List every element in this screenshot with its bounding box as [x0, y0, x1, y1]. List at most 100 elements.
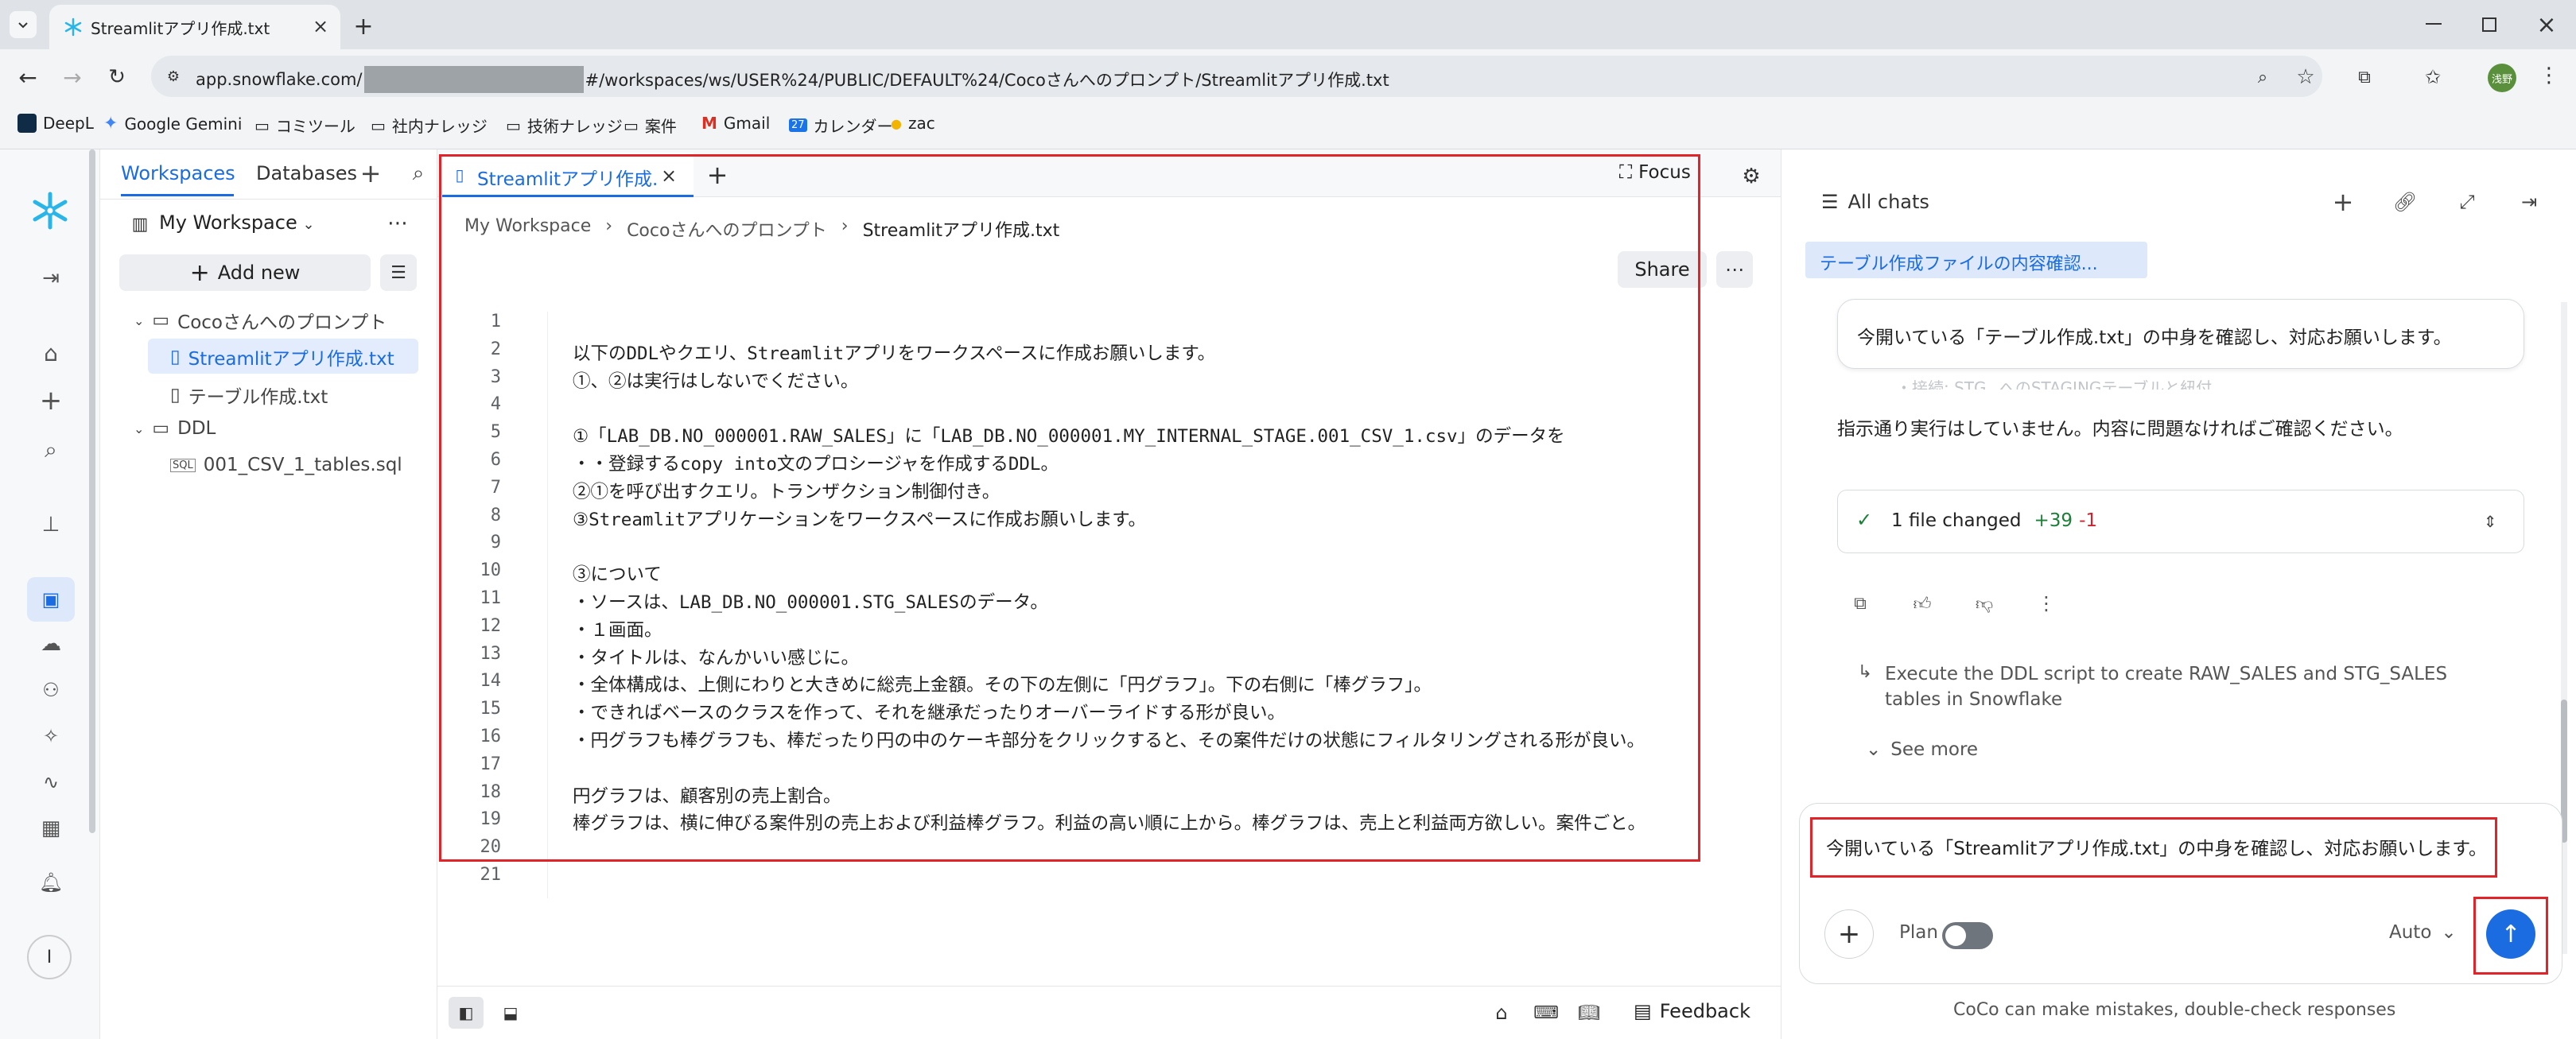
zac-icon: ●	[891, 115, 902, 131]
expand-toggle-icon[interactable]: ⇕	[2478, 506, 2502, 537]
tab-databases[interactable]: Databases	[256, 162, 357, 184]
site-info-icon[interactable]: ⚙	[162, 65, 185, 87]
add-icon[interactable]: +	[356, 158, 385, 188]
search-icon[interactable]: ⌕	[35, 434, 67, 466]
check-icon: ✓	[1855, 509, 1873, 531]
apps-grid-icon[interactable]: ▦	[35, 812, 67, 844]
profile-avatar[interactable]: 浅野	[2488, 64, 2516, 92]
model-select[interactable]: Auto ⌄	[2389, 922, 2457, 943]
create-icon[interactable]: +	[35, 385, 67, 417]
monitoring-icon[interactable]: ∿	[35, 766, 67, 798]
more-icon[interactable]: ⋯	[1716, 251, 1753, 288]
toggle-knob	[1945, 925, 1966, 946]
back-icon[interactable]: ←	[14, 64, 41, 91]
bookmark-folder[interactable]: ▭ コミツール	[254, 114, 356, 137]
browser-tab-title: Streamlitアプリ作成.txt	[91, 19, 270, 38]
rail-scrollbar[interactable]	[89, 149, 95, 833]
bookmark-calendar[interactable]: 27 カレンダー	[789, 114, 893, 137]
forward-icon[interactable]: →	[59, 64, 86, 91]
url-text: app.snowflake.com/ #/workspaces/ws/USER%…	[196, 66, 1389, 93]
bookmarks-icon[interactable]: ✩	[2421, 65, 2445, 89]
workspace-selector[interactable]: My Workspace	[159, 211, 297, 234]
window-close-icon[interactable]: ×	[2531, 11, 2562, 39]
thumbs-down-icon[interactable]: 👎︎	[1971, 590, 1998, 617]
tree-file-selected[interactable]: ▯ Streamlitアプリ作成.txt	[170, 343, 394, 370]
folder-icon: ▭	[624, 115, 639, 135]
disclaimer: CoCo can make mistakes, double-check res…	[1953, 1000, 2396, 1020]
url-path: #/workspaces/ws/USER%24/PUBLIC/DEFAULT%2…	[585, 71, 1389, 90]
bookmark-folder[interactable]: ▭ 案件	[624, 114, 677, 137]
tree-file[interactable]: ▯ テーブル作成.txt	[170, 382, 328, 409]
bookmark-gmail[interactable]: M Gmail	[701, 114, 770, 133]
chevron-down-icon: ⌄	[1866, 739, 1882, 760]
maximize-icon[interactable]	[2473, 11, 2505, 38]
bookmark-folder[interactable]: ▭ 技術ナレッジ	[506, 114, 623, 137]
tab-workspaces[interactable]: Workspaces	[121, 162, 235, 184]
ingest-icon[interactable]: ☁	[35, 628, 67, 660]
tab-underline	[121, 194, 234, 196]
more-icon[interactable]: ⋮	[2033, 590, 2060, 617]
tree-file[interactable]: SQL 001_CSV_1_tables.sql	[170, 455, 402, 475]
home-icon[interactable]: ⌂	[35, 337, 67, 369]
gmail-icon: M	[701, 114, 717, 133]
suggestion-link[interactable]: Execute the DDL script to create RAW_SAL…	[1885, 661, 2505, 712]
link-icon[interactable]: 🔗︎	[2391, 188, 2419, 216]
user-avatar[interactable]: I	[27, 935, 72, 979]
plan-toggle[interactable]	[1942, 922, 1993, 949]
ai-icon[interactable]: ✧	[35, 720, 67, 752]
chevron-down-icon: ⌄	[134, 312, 145, 328]
search-icon[interactable]: ⌕	[404, 159, 433, 188]
tab-close-icon[interactable]: ×	[309, 14, 332, 38]
home-icon[interactable]: ⌂	[1487, 998, 1516, 1027]
bookmark-gemini[interactable]: ✦ Google Gemini	[103, 114, 242, 134]
faded-text: ・接続: STG_ へのSTAGINGテーブルと紐付	[1896, 378, 2213, 390]
snowflake-logo-icon[interactable]	[29, 189, 72, 232]
docs-icon[interactable]: 📖︎	[1575, 998, 1603, 1027]
assistant-message: 指示通り実行はしていません。内容に問題なければご確認ください。	[1837, 419, 2403, 440]
add-new-button[interactable]: + Add new	[119, 254, 371, 291]
tree-folder[interactable]: ⌄ ▭ DDL	[134, 418, 216, 439]
tab-search-icon[interactable]	[10, 11, 37, 38]
plan-label: Plan	[1899, 922, 1938, 943]
data-icon[interactable]: ⚇	[35, 674, 67, 706]
chat-title-chip[interactable]: テーブル作成ファイルの内容確認...	[1805, 242, 2147, 278]
panel-toggle-icon[interactable]: ⬓	[493, 997, 528, 1029]
keyboard-icon[interactable]: ⌨	[1532, 998, 1560, 1027]
bookmark-star-icon[interactable]: ☆	[2294, 65, 2318, 89]
browser-tab-bar	[0, 0, 2576, 49]
chevron-down-icon[interactable]: ⌄	[297, 213, 320, 235]
see-more-button[interactable]: ⌄ See more	[1866, 739, 1978, 760]
reload-icon[interactable]: ↻	[103, 64, 130, 91]
sidebar-toggle-icon[interactable]: ◧	[449, 997, 484, 1029]
zoom-icon[interactable]: ⌕	[2251, 65, 2275, 89]
sort-icon[interactable]: ☰	[380, 254, 417, 291]
bookmark-folder[interactable]: ▭ 社内ナレッジ	[371, 114, 488, 137]
attach-button[interactable]: +	[1824, 909, 1874, 959]
browser-menu-icon[interactable]: ⋮	[2537, 64, 2561, 87]
bookmark-zac[interactable]: ● zac	[891, 114, 935, 133]
notifications-icon[interactable]: 🔔︎	[35, 866, 67, 898]
more-icon[interactable]: ⋯	[383, 211, 412, 235]
bookmark-deepl[interactable]: DeepL	[17, 114, 94, 133]
thumbs-up-icon[interactable]: 👍︎	[1909, 590, 1936, 617]
all-chats-button[interactable]: ☰ All chats	[1821, 191, 1929, 213]
collapse-icon[interactable]: ⇥	[35, 262, 67, 294]
file-icon: ▯	[170, 385, 181, 405]
pin-icon[interactable]: ⊥	[35, 509, 67, 541]
deepl-icon	[17, 114, 37, 133]
projects-icon[interactable]: ▣	[27, 577, 75, 622]
annotation-box-input	[1810, 817, 2497, 878]
expand-icon[interactable]: ⤢	[2453, 188, 2481, 216]
collapse-panel-icon[interactable]: ⇥	[2515, 188, 2543, 216]
list-icon: ☰	[1821, 191, 1839, 213]
tree-folder[interactable]: ⌄ ▭ Cocoさんへのプロンプト	[134, 307, 387, 334]
url-host: app.snowflake.com/	[196, 70, 363, 89]
sql-file-icon: SQL	[170, 458, 196, 472]
feedback-button[interactable]: ▤ Feedback	[1634, 1000, 1750, 1022]
gear-icon[interactable]: ⚙	[1735, 161, 1767, 192]
new-tab-icon[interactable]: +	[350, 13, 377, 41]
minimize-icon[interactable]	[2418, 11, 2450, 38]
new-chat-icon[interactable]: +	[2329, 187, 2357, 217]
extensions-icon[interactable]: ⧉	[2353, 65, 2376, 89]
copy-icon[interactable]: ⧉	[1847, 590, 1874, 617]
